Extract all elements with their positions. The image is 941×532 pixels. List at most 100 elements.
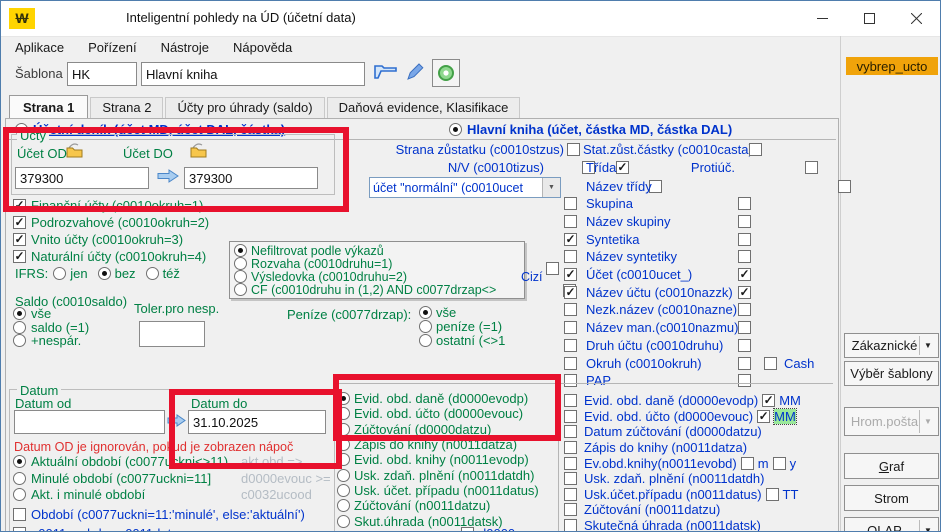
suffix-checkbox[interactable] xyxy=(762,394,775,407)
saldo-option[interactable]: +nespár. xyxy=(13,334,89,347)
vykaz-option[interactable]: CF (c0010druhu in (1,2) AND c0077drzap<> xyxy=(234,283,496,296)
penize-option[interactable]: peníze (=1) xyxy=(419,319,505,333)
olap-dropdown-button[interactable]: OLAP xyxy=(844,517,939,532)
edit-pencil-icon[interactable] xyxy=(405,62,425,85)
ucet-do-input[interactable] xyxy=(184,167,318,189)
checkbox[interactable] xyxy=(564,215,577,228)
radio-button[interactable] xyxy=(234,283,247,296)
evid-option[interactable]: Zúčtování (n0011datzu) xyxy=(337,498,539,513)
cut-row-left[interactable]: n0011evobd v. n0011dat xyxy=(13,526,171,532)
close-icon[interactable] xyxy=(893,1,940,35)
checkbox[interactable] xyxy=(564,503,577,516)
radio-button[interactable] xyxy=(337,453,350,466)
radio-button[interactable] xyxy=(337,469,350,482)
obdobi-checkbox-row[interactable]: Období (c0077uckni=11:'minulé', else:'ak… xyxy=(13,507,305,522)
evid-option[interactable]: Evid. obd. daně (d0000evodp) xyxy=(337,391,539,406)
chevron-down-icon[interactable] xyxy=(542,178,560,197)
vykaz-option[interactable]: Rozvaha (c0010druhu=1) xyxy=(234,257,496,270)
radio-button[interactable] xyxy=(13,334,26,347)
radio-button[interactable] xyxy=(13,472,26,485)
checkbox[interactable] xyxy=(564,394,577,407)
ifrs-option[interactable]: jen xyxy=(53,266,87,281)
menu-item[interactable]: Nástroje xyxy=(149,40,221,55)
radio-button[interactable] xyxy=(13,321,26,334)
menu-item[interactable]: Pořízení xyxy=(76,40,148,55)
date-checkbox-row[interactable]: Usk. zdaň. plnění (n0011datdh) xyxy=(564,471,801,487)
date-checkbox-row[interactable]: Zápis do knihy (n0011datza) xyxy=(564,440,801,456)
graf-button[interactable]: Graf xyxy=(844,453,939,479)
radio-button[interactable] xyxy=(337,392,350,405)
checkbox[interactable] xyxy=(749,143,762,156)
period-option[interactable]: Aktuální období (c0077uckni<>11) akt.obd… xyxy=(13,453,343,470)
checkbox[interactable] xyxy=(564,268,577,281)
checkbox[interactable] xyxy=(564,286,577,299)
radio-button[interactable] xyxy=(13,307,26,320)
date-checkbox-row[interactable]: Zúčtování (n0011datzu) xyxy=(564,502,801,518)
strom-button[interactable]: Strom xyxy=(844,485,939,511)
okruh-checkbox-row[interactable]: Vnito účty (c0010okruh=3) xyxy=(13,231,209,248)
protiuc-nazev-tridy-checkbox[interactable] xyxy=(838,180,851,193)
saldo-option[interactable]: vše xyxy=(13,307,89,320)
checkbox[interactable] xyxy=(564,303,577,316)
template-code-input[interactable] xyxy=(67,62,137,86)
suffix-checkbox[interactable] xyxy=(766,488,779,501)
radio-button[interactable] xyxy=(234,270,247,283)
protiuc-trida-checkbox[interactable] xyxy=(805,161,818,174)
date-checkbox-row[interactable]: Evid. obd. daně (d0000evodp) MM xyxy=(564,393,801,409)
suffix-checkbox[interactable] xyxy=(773,457,786,470)
radio-button[interactable] xyxy=(337,499,350,512)
evid-option[interactable]: Zápis do knihy (n0011datza) xyxy=(337,437,539,452)
protiuc-checkbox[interactable] xyxy=(738,303,751,316)
checkbox[interactable] xyxy=(564,488,577,501)
date-checkbox-row[interactable]: Evid. obd. účto (d0000evouc) MM xyxy=(564,409,801,425)
minimize-icon[interactable] xyxy=(799,1,846,35)
checkbox[interactable] xyxy=(564,472,577,485)
radio-button[interactable] xyxy=(337,484,350,497)
protiuc-checkbox[interactable] xyxy=(738,286,751,299)
radio-button[interactable] xyxy=(98,267,111,280)
evid-option[interactable]: Zúčtování (d0000datzu) xyxy=(337,422,539,437)
checkbox[interactable] xyxy=(564,357,577,370)
date-checkbox-row[interactable]: Usk.účet.případu (n0011datus) TT xyxy=(564,487,801,503)
radio-button[interactable] xyxy=(234,257,247,270)
tab[interactable]: Daňová evidence, Klasifikace xyxy=(327,97,521,118)
checkbox[interactable] xyxy=(13,233,26,246)
evid-option[interactable]: Evid. obd. knihy (n0011evodp) xyxy=(337,452,539,467)
checkbox[interactable] xyxy=(564,425,577,438)
checkbox[interactable] xyxy=(13,199,26,212)
vykaz-option[interactable]: Výsledovka (c0010druhu=2) xyxy=(234,270,496,283)
evid-option[interactable]: Usk. účet. případu (n0011datus) xyxy=(337,483,539,498)
checkbox[interactable] xyxy=(564,410,577,423)
okruh-checkbox-row[interactable]: Finanční účty (c0010okruh=1) xyxy=(13,197,209,214)
penize-option[interactable]: vše xyxy=(419,305,505,319)
checkbox[interactable] xyxy=(564,197,577,210)
radio-button[interactable] xyxy=(53,267,66,280)
radio-button[interactable] xyxy=(419,334,432,347)
ucet-od-input[interactable] xyxy=(15,167,149,189)
radio-button[interactable] xyxy=(337,515,350,528)
protiuc-checkbox[interactable] xyxy=(738,197,751,210)
ifrs-option[interactable]: bez xyxy=(98,266,136,281)
date-checkbox-row[interactable]: Skutečná úhrada (n0011datsk) xyxy=(564,518,801,532)
protiuc-checkbox[interactable] xyxy=(738,374,751,387)
radio-button[interactable] xyxy=(234,244,247,257)
checkbox[interactable] xyxy=(13,508,26,521)
checkbox[interactable] xyxy=(13,216,26,229)
protiuc-checkbox[interactable] xyxy=(738,250,751,263)
view-mode-kniha-radio[interactable]: Hlavní kniha (účet, částka MD, částka DA… xyxy=(449,122,732,137)
checkbox[interactable] xyxy=(564,519,577,532)
protiuc-checkbox[interactable] xyxy=(738,268,751,281)
vykaz-option[interactable]: Nefiltrovat podle výkazů xyxy=(234,244,496,257)
datum-do-input[interactable] xyxy=(188,410,326,434)
okruh-checkbox-row[interactable]: Naturální účty (c0010okruh=4) xyxy=(13,248,209,265)
maximize-icon[interactable] xyxy=(846,1,893,35)
evid-option[interactable]: Usk. zdaň. plnění (n0011datdh) xyxy=(337,467,539,482)
protiuc-checkbox[interactable] xyxy=(738,339,751,352)
zakaznicke-dropdown-button[interactable]: Zákaznické xyxy=(844,333,939,358)
toler-input[interactable] xyxy=(139,321,205,347)
folder-icon[interactable] xyxy=(65,142,84,162)
radio-button[interactable] xyxy=(337,407,350,420)
ucet-typ-combobox[interactable]: účet "normální" (c0010ucet xyxy=(369,177,561,198)
checkbox[interactable] xyxy=(564,250,577,263)
suffix-checkbox[interactable] xyxy=(757,410,770,423)
